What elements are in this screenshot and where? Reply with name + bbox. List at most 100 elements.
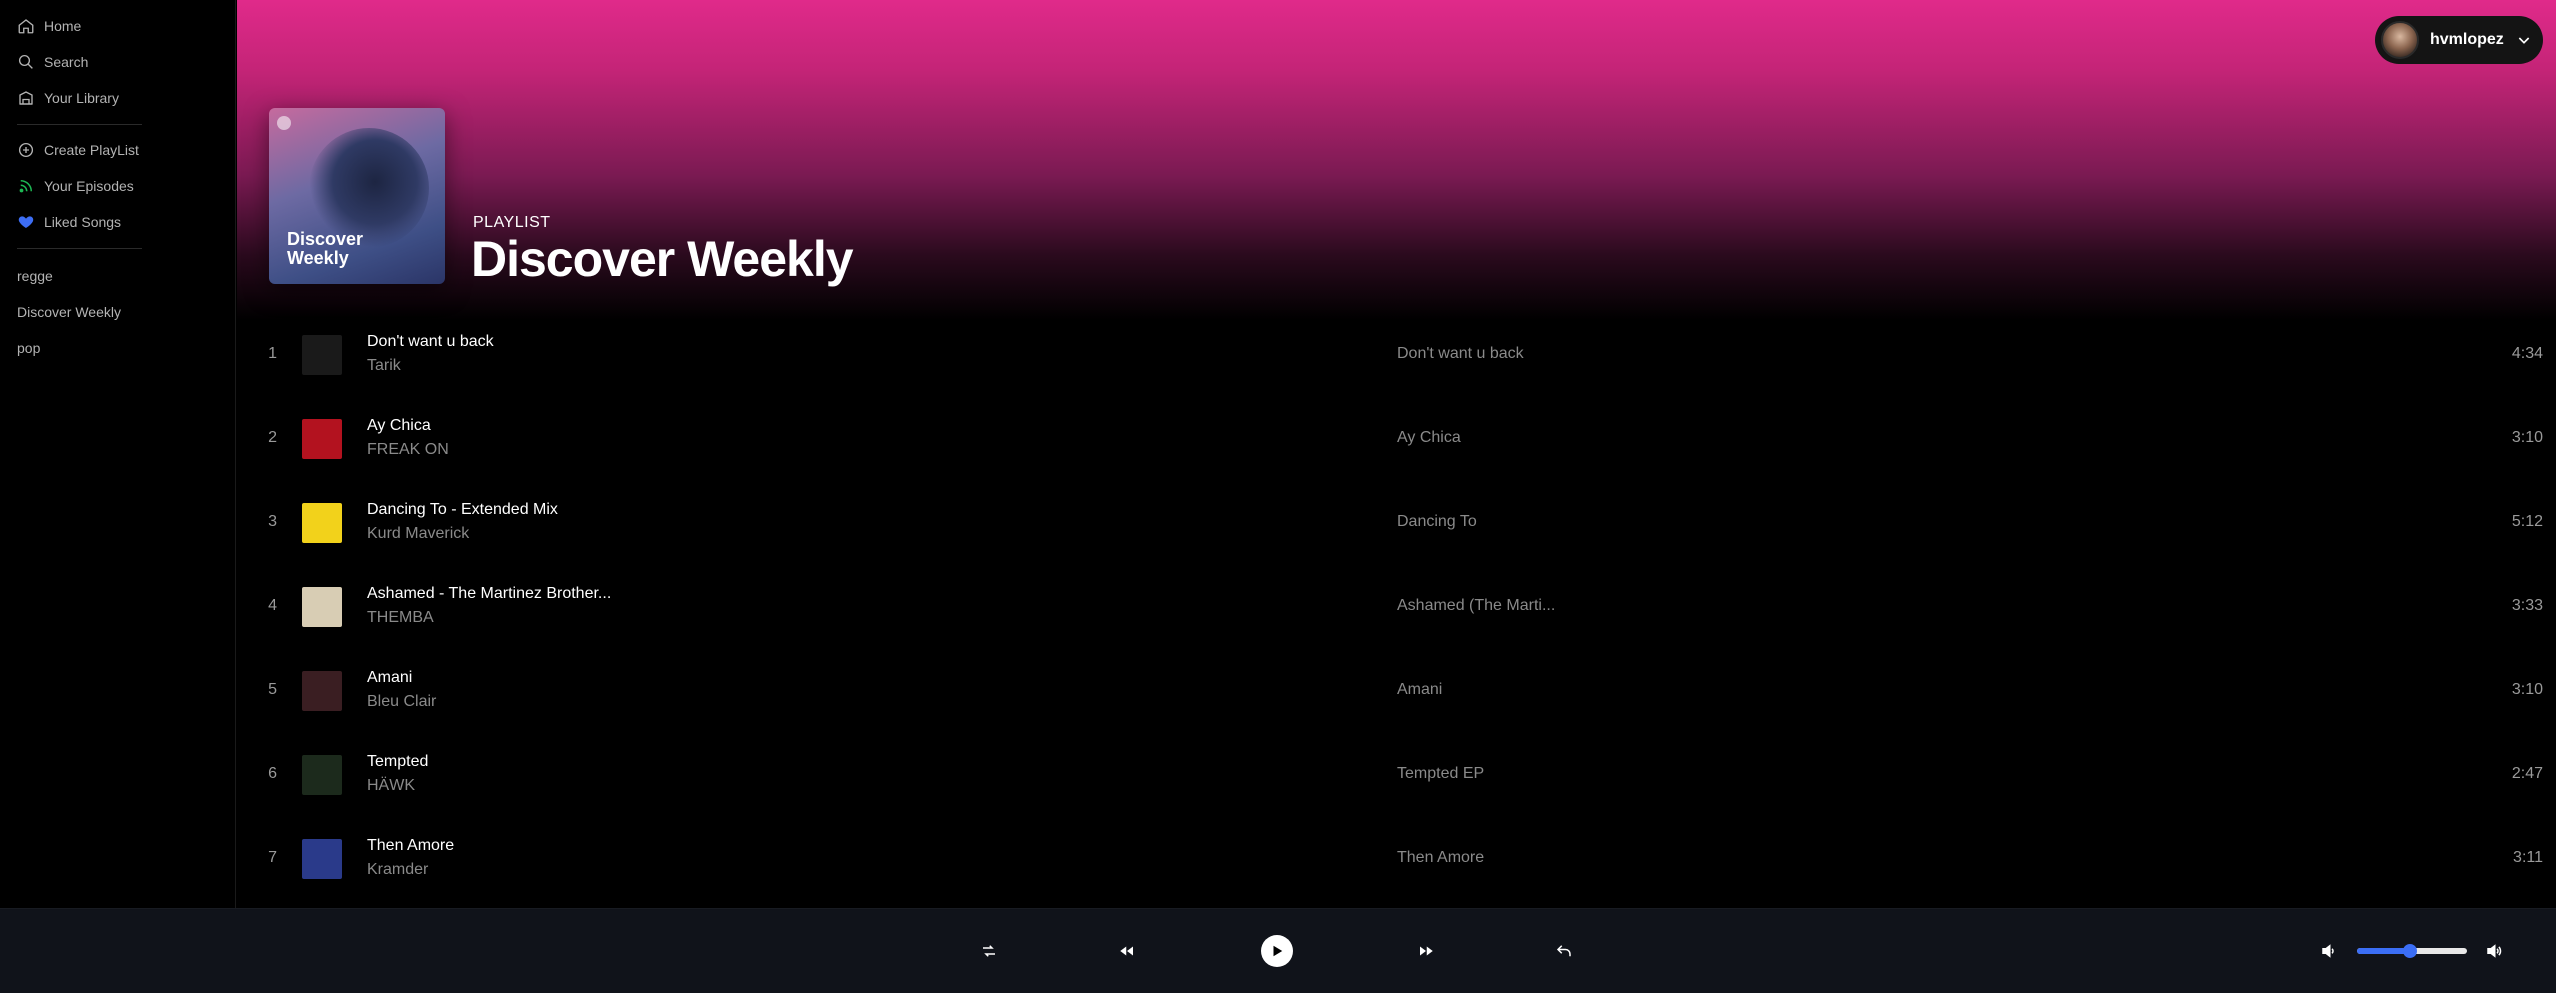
volume-high-icon — [2487, 944, 2502, 958]
track-row[interactable]: 7 Then Amore Kramder Then Amore 3:11 — [237, 829, 2556, 889]
page-title: Discover Weekly — [471, 231, 854, 287]
track-album[interactable]: Then Amore — [1397, 849, 1484, 867]
main-content: Discover Weekly PLAYLIST Discover Weekly… — [237, 0, 2556, 908]
track-artist[interactable]: Tarik — [367, 357, 401, 375]
nav-home-label: Home — [44, 18, 82, 34]
nav-library-label: Your Library — [44, 90, 119, 106]
nav-home[interactable]: Home — [17, 14, 81, 38]
track-number: 3 — [268, 513, 277, 530]
avatar — [2381, 21, 2419, 59]
create-playlist-label: Create PlayList — [44, 142, 139, 158]
repeat-button[interactable] — [1552, 939, 1576, 963]
sidebar-divider — [17, 124, 142, 125]
track-album[interactable]: Ashamed (The Marti... — [1397, 597, 1555, 615]
cover-title: Discover Weekly — [287, 229, 364, 268]
spotify-logo-icon — [277, 116, 291, 130]
track-duration: 4:34 — [2511, 345, 2543, 362]
track-album[interactable]: Ay Chica — [1397, 429, 1461, 447]
track-row[interactable]: 6 Tempted HÄWK Tempted EP 2:47 — [237, 745, 2556, 805]
track-artist[interactable]: Bleu Clair — [367, 693, 436, 711]
play-button[interactable] — [1261, 935, 1293, 967]
sidebar-divider — [17, 248, 142, 249]
track-album[interactable]: Tempted EP — [1397, 765, 1484, 783]
track-album[interactable]: Amani — [1397, 681, 1442, 699]
track-title[interactable]: Dancing To - Extended Mix — [367, 501, 558, 519]
track-title[interactable]: Ay Chica — [367, 417, 431, 435]
shuffle-button[interactable] — [977, 939, 1001, 963]
podcast-icon — [19, 180, 32, 193]
track-duration: 5:12 — [2511, 513, 2543, 530]
liked-songs-link[interactable]: Liked Songs — [17, 210, 121, 234]
playlist-header: Discover Weekly PLAYLIST Discover Weekly… — [237, 0, 2556, 320]
username: hvmlopez — [2430, 31, 2504, 48]
track-duration: 3:10 — [2511, 429, 2543, 446]
nav-library[interactable]: Your Library — [17, 86, 119, 110]
track-duration: 3:10 — [2511, 681, 2543, 698]
sidebar-playlist-item[interactable]: regge — [17, 268, 53, 284]
track-artist[interactable]: HÄWK — [367, 777, 415, 795]
home-icon — [18, 19, 34, 34]
shuffle-icon — [983, 945, 995, 957]
track-row[interactable]: 4 Ashamed - The Martinez Brother... THEMBA… — [237, 577, 2556, 637]
track-title[interactable]: Tempted — [367, 753, 428, 771]
user-menu-button[interactable]: hvmlopez — [2375, 16, 2543, 64]
volume-slider[interactable] — [2357, 944, 2467, 958]
track-title[interactable]: Ashamed - The Martinez Brother... — [367, 585, 611, 603]
library-icon — [19, 91, 33, 105]
chevron-down-icon — [2518, 37, 2530, 44]
nav-search-label: Search — [44, 54, 89, 70]
heart-icon — [18, 216, 34, 228]
track-number: 5 — [268, 681, 277, 698]
track-album[interactable]: Don't want u back — [1397, 345, 1524, 363]
track-duration: 3:33 — [2511, 597, 2543, 614]
track-artwork — [302, 671, 342, 711]
liked-songs-label: Liked Songs — [44, 214, 122, 230]
track-row[interactable]: 5 Amani Bleu Clair Amani 3:10 — [237, 661, 2556, 721]
track-number: 1 — [268, 345, 277, 362]
previous-button[interactable] — [1115, 939, 1139, 963]
sidebar-playlist-item[interactable]: pop — [17, 340, 40, 356]
create-playlist-button[interactable]: Create PlayList — [17, 138, 139, 162]
repeat-icon — [1556, 945, 1571, 957]
track-artist[interactable]: THEMBA — [367, 609, 434, 627]
track-row[interactable]: 2 Ay Chica FREAK ON Ay Chica 3:10 — [237, 409, 2556, 469]
track-artist[interactable]: Kurd Maverick — [367, 525, 469, 543]
track-row[interactable]: 1 Don't want u back Tarik Don't want u back… — [237, 325, 2556, 385]
track-number: 7 — [268, 849, 277, 866]
track-artist[interactable]: Kramder — [367, 861, 428, 879]
track-artwork — [302, 335, 342, 375]
track-duration: 3:11 — [2513, 849, 2543, 866]
track-album[interactable]: Dancing To — [1397, 513, 1477, 531]
track-artwork — [302, 755, 342, 795]
track-title[interactable]: Amani — [367, 669, 412, 687]
nav-search[interactable]: Search — [17, 50, 88, 74]
volume-down-button[interactable] — [2317, 939, 2341, 963]
your-episodes-link[interactable]: Your Episodes — [17, 174, 134, 198]
next-button[interactable] — [1414, 939, 1438, 963]
track-number: 6 — [268, 765, 277, 782]
volume-fill — [2357, 948, 2410, 954]
search-icon — [18, 54, 33, 69]
track-artwork — [302, 587, 342, 627]
volume-low-icon — [2322, 944, 2334, 958]
track-row[interactable]: 3 Dancing To - Extended Mix Kurd Maverick D… — [237, 493, 2556, 553]
play-icon — [1273, 945, 1283, 957]
track-artwork — [302, 839, 342, 879]
volume-up-button[interactable] — [2482, 939, 2506, 963]
track-title[interactable]: Then Amore — [367, 837, 454, 855]
track-artwork — [302, 419, 342, 459]
volume-knob[interactable] — [2402, 944, 2417, 958]
previous-icon — [1120, 946, 1133, 956]
sidebar: Home Search Your Library Create PlayList… — [0, 0, 236, 908]
your-episodes-label: Your Episodes — [44, 178, 134, 194]
next-icon — [1420, 946, 1433, 956]
track-artwork — [302, 503, 342, 543]
track-artist[interactable]: FREAK ON — [367, 441, 449, 459]
playlist-cover: Discover Weekly — [269, 108, 445, 284]
plus-circle-icon — [18, 142, 34, 158]
track-title[interactable]: Don't want u back — [367, 333, 494, 351]
player-bar — [0, 908, 2556, 993]
track-number: 2 — [268, 429, 277, 446]
track-number: 4 — [268, 597, 277, 614]
sidebar-playlist-item[interactable]: Discover Weekly — [17, 304, 121, 320]
